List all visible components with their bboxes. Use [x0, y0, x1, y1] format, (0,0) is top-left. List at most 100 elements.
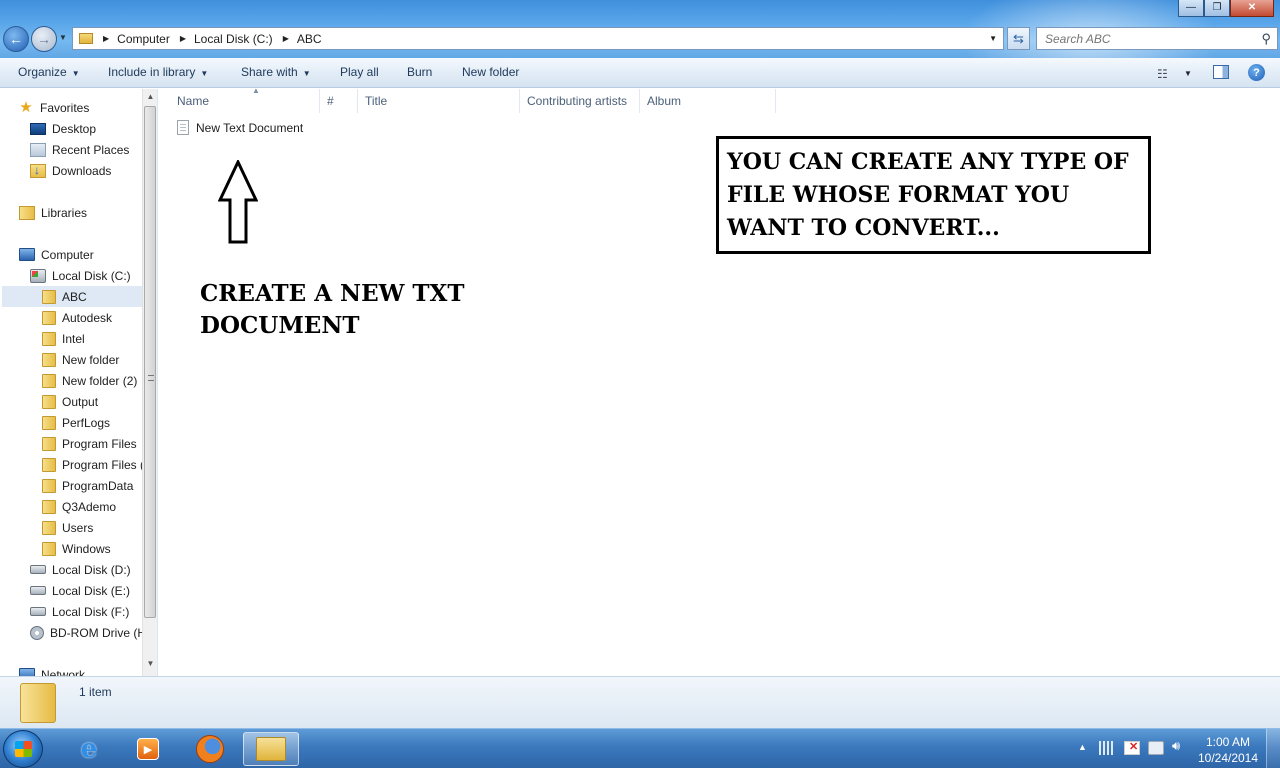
- chevron-right-icon[interactable]: ▶: [180, 34, 186, 43]
- nav-favorites[interactable]: ★ Favorites: [18, 97, 89, 118]
- nav-label: Desktop: [52, 121, 97, 136]
- share-with-button[interactable]: Share with ▼: [241, 65, 311, 79]
- organize-button[interactable]: Organize ▼: [18, 65, 80, 79]
- scroll-down-arrow-icon[interactable]: ▼: [143, 656, 157, 671]
- breadcrumb-local-disk-c[interactable]: Local Disk (C:): [194, 32, 273, 46]
- column-header-name[interactable]: Name ▲: [170, 86, 320, 113]
- recent-places-icon: [30, 142, 46, 157]
- arrow-left-icon: ←: [9, 31, 23, 47]
- show-desktop-button[interactable]: [1266, 729, 1280, 768]
- nav-local-disk-d[interactable]: Local Disk (D:): [30, 559, 131, 580]
- power-icon[interactable]: [1148, 741, 1164, 755]
- media-player-icon: ▶: [137, 738, 159, 760]
- change-view-icon[interactable]: ☷: [1157, 67, 1168, 81]
- refresh-button[interactable]: ⇆: [1007, 27, 1030, 50]
- column-header-album[interactable]: Album: [640, 89, 776, 113]
- breadcrumb-computer[interactable]: Computer: [117, 32, 170, 46]
- nav-label: Local Disk (F:): [52, 604, 130, 619]
- nav-label: Windows: [62, 541, 111, 556]
- nav-folder-windows[interactable]: Windows: [42, 538, 111, 559]
- nav-folder-abc[interactable]: ABC: [2, 286, 142, 307]
- close-button[interactable]: ✕: [1230, 0, 1274, 17]
- chevron-down-icon: ▼: [302, 69, 311, 78]
- arrow-right-icon: →: [37, 31, 51, 47]
- desktop-icon: [30, 122, 46, 135]
- chevron-right-icon[interactable]: ▶: [283, 34, 289, 43]
- nav-folder-program-files[interactable]: Program Files: [42, 433, 137, 454]
- nav-label: Q3Ademo: [62, 499, 117, 514]
- nav-computer[interactable]: Computer: [19, 244, 94, 265]
- forward-button[interactable]: →: [31, 26, 57, 52]
- nav-folder-programdata[interactable]: ProgramData: [42, 475, 133, 496]
- nav-libraries[interactable]: Libraries: [19, 202, 87, 223]
- address-history-dropdown[interactable]: ▼: [989, 34, 997, 43]
- recent-pages-dropdown[interactable]: ▼: [59, 33, 67, 42]
- taskbar-internet-explorer[interactable]: e: [61, 732, 117, 766]
- include-in-library-button[interactable]: Include in library ▼: [108, 65, 208, 79]
- chevron-down-icon: ▼: [200, 69, 209, 78]
- scrollbar-thumb[interactable]: [144, 106, 156, 618]
- nav-bd-rom-drive[interactable]: BD-ROM Drive (H: [30, 622, 146, 643]
- network-status-icon[interactable]: [1099, 741, 1115, 755]
- chevron-right-icon[interactable]: ▶: [103, 34, 109, 43]
- nav-network[interactable]: Network: [19, 664, 85, 676]
- navigation-scrollbar[interactable]: ▲ ▼: [142, 89, 157, 676]
- show-hidden-icons-button[interactable]: ▲: [1078, 742, 1087, 752]
- taskbar-firefox[interactable]: [182, 732, 238, 766]
- nav-label: Recent Places: [52, 142, 130, 157]
- folder-icon: [42, 499, 56, 514]
- start-button[interactable]: [3, 730, 43, 768]
- clock-time: 1:00 AM: [1205, 735, 1251, 749]
- play-all-button[interactable]: Play all: [340, 65, 379, 79]
- column-header-title[interactable]: Title: [358, 89, 520, 113]
- optical-drive-icon: [30, 625, 44, 640]
- nav-folder-program-files-x86[interactable]: Program Files (: [42, 454, 144, 475]
- help-icon[interactable]: ?: [1248, 64, 1265, 81]
- windows-explorer-icon: [256, 737, 286, 761]
- downloads-icon: [30, 163, 46, 178]
- nav-folder-intel[interactable]: Intel: [42, 328, 85, 349]
- nav-label: Computer: [41, 247, 94, 262]
- nav-downloads[interactable]: Downloads: [30, 160, 111, 181]
- nav-local-disk-f[interactable]: Local Disk (F:): [30, 601, 129, 622]
- window-controls: — ❐ ✕: [1178, 0, 1274, 17]
- search-input[interactable]: [1045, 31, 1245, 46]
- nav-folder-new-folder-2[interactable]: New folder (2): [42, 370, 137, 391]
- nav-recent-places[interactable]: Recent Places: [30, 139, 129, 160]
- breadcrumb-abc[interactable]: ABC: [297, 32, 322, 46]
- nav-local-disk-c[interactable]: Local Disk (C:): [30, 265, 131, 286]
- column-header-contributing-artists[interactable]: Contributing artists: [520, 89, 640, 113]
- back-button[interactable]: ←: [3, 26, 29, 52]
- address-bar[interactable]: ▶ Computer ▶ Local Disk (C:) ▶ ABC ▼: [72, 27, 1004, 50]
- new-folder-button[interactable]: New folder: [462, 65, 519, 79]
- nav-folder-autodesk[interactable]: Autodesk: [42, 307, 112, 328]
- preview-pane-button[interactable]: [1213, 65, 1229, 79]
- scroll-up-arrow-icon[interactable]: ▲: [143, 89, 157, 104]
- nav-folder-new-folder[interactable]: New folder: [42, 349, 119, 370]
- nav-folder-users[interactable]: Users: [42, 517, 93, 538]
- file-item[interactable]: New Text Document: [177, 120, 303, 135]
- search-box[interactable]: ⚲: [1036, 27, 1278, 50]
- internet-explorer-icon: e: [80, 734, 98, 764]
- action-center-icon[interactable]: [1124, 740, 1140, 755]
- nav-label: New folder: [62, 352, 120, 367]
- nav-label: Users: [62, 520, 94, 535]
- nav-desktop[interactable]: Desktop: [30, 118, 96, 139]
- views-dropdown[interactable]: ▼: [1184, 69, 1192, 78]
- nav-folder-perflogs[interactable]: PerfLogs: [42, 412, 110, 433]
- nav-local-disk-e[interactable]: Local Disk (E:): [30, 580, 130, 601]
- column-header-number[interactable]: #: [320, 89, 358, 113]
- minimize-button[interactable]: —: [1178, 0, 1204, 17]
- burn-button[interactable]: Burn: [407, 65, 432, 79]
- nav-label: Local Disk (C:): [52, 268, 131, 283]
- file-name: New Text Document: [196, 120, 304, 135]
- nav-folder-output[interactable]: Output: [42, 391, 98, 412]
- system-clock[interactable]: 1:00 AM 10/24/2014: [1195, 734, 1261, 766]
- taskbar-media-player[interactable]: ▶: [120, 732, 176, 766]
- folder-icon: [42, 436, 56, 451]
- nav-folder-q3ademo[interactable]: Q3Ademo: [42, 496, 116, 517]
- maximize-button[interactable]: ❐: [1204, 0, 1230, 17]
- volume-icon[interactable]: 🔊︎: [1172, 738, 1188, 753]
- search-icon[interactable]: ⚲: [1261, 31, 1271, 47]
- taskbar-windows-explorer[interactable]: [243, 732, 299, 766]
